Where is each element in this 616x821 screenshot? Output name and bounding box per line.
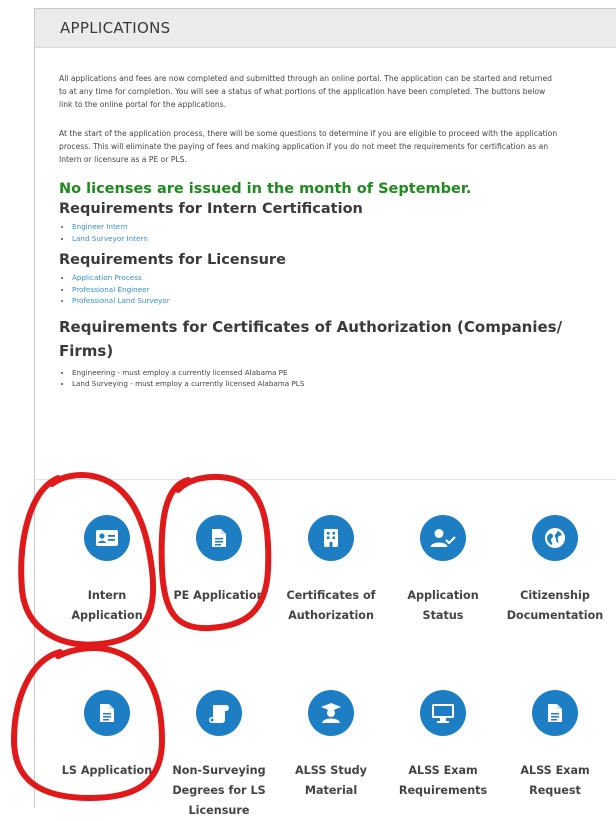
document-icon [196,515,242,561]
list-item: Engineering - must employ a currently li… [72,367,616,379]
citizenship-documentation-tile[interactable]: Citizenship Documentation [505,515,605,626]
divider [35,479,616,480]
application-process-link[interactable]: Application Process [72,273,142,282]
licensure-heading: Requirements for Licensure [59,252,286,269]
tile-label: Citizenship Documentation [506,589,604,622]
tile-label: Application Status [407,589,479,622]
engineer-intern-link[interactable]: Engineer Intern [72,222,128,231]
intro-paragraph-1: All applications and fees are now comple… [59,74,552,110]
list-item: Land Surveyor Intern [72,233,616,245]
list-item: Land Surveying - must employ a currently… [72,378,616,390]
list-item: Professional Land Surveyor [72,295,616,307]
intern-links: Engineer Intern Land Surveyor Intern [59,221,616,244]
tile-label: Certificates of Authorization [286,589,376,622]
tile-label: ALSS Exam Requirements [398,764,488,797]
authorization-heading: Requirements for Certificates of Authori… [59,317,563,360]
tile-label: ALSS Study Material [295,764,367,797]
tile-label: Intern Application [71,589,143,622]
user-check-icon [420,515,466,561]
authorization-list: Engineering - must employ a currently li… [59,367,616,390]
certificates-of-authorization-tile[interactable]: Certificates of Authorization [281,515,381,626]
september-notice: No licenses are issued in the month of S… [59,181,472,198]
land-surveyor-intern-link[interactable]: Land Surveyor Intern [72,234,148,243]
ls-application-tile[interactable]: LS Application [57,690,157,781]
tile-label: ALSS Exam Request [520,764,590,797]
building-icon [308,515,354,561]
document-icon [84,690,130,736]
tile-label: PE Application [173,589,265,602]
document-icon [532,690,578,736]
tile-label: Non-Surveying Degrees for LS Licensure [172,764,266,817]
list-item: Engineer Intern [72,221,616,233]
intern-application-tile[interactable]: Intern Application [57,515,157,626]
alss-exam-request-tile[interactable]: ALSS Exam Request [505,690,605,801]
tile-label: LS Application [61,764,153,777]
application-status-tile[interactable]: Application Status [393,515,493,626]
list-item: Application Process [72,272,616,284]
panel-title: APPLICATIONS [35,9,616,48]
alss-exam-requirements-tile[interactable]: ALSS Exam Requirements [393,690,493,801]
professional-engineer-link[interactable]: Professional Engineer [72,285,150,294]
monitor-icon [420,690,466,736]
scroll-icon [196,690,242,736]
non-surveying-degrees-tile[interactable]: Non-Surveying Degrees for LS Licensure [169,690,269,821]
intern-heading: Requirements for Intern Certification [59,201,363,218]
intro-paragraph-2: At the start of the application process,… [59,128,558,165]
applications-panel: APPLICATIONS All applications and fees a… [34,8,616,817]
panel-content: All applications and fees are now comple… [35,48,616,390]
licensure-links: Application Process Professional Enginee… [59,272,616,307]
globe-icon [532,515,578,561]
list-item: Professional Engineer [72,284,616,296]
professional-land-surveyor-link[interactable]: Professional Land Surveyor [72,296,170,305]
alss-study-material-tile[interactable]: ALSS Study Material [281,690,381,801]
pe-application-tile[interactable]: PE Application [169,515,269,606]
id-card-icon [84,515,130,561]
graduate-icon [308,690,354,736]
